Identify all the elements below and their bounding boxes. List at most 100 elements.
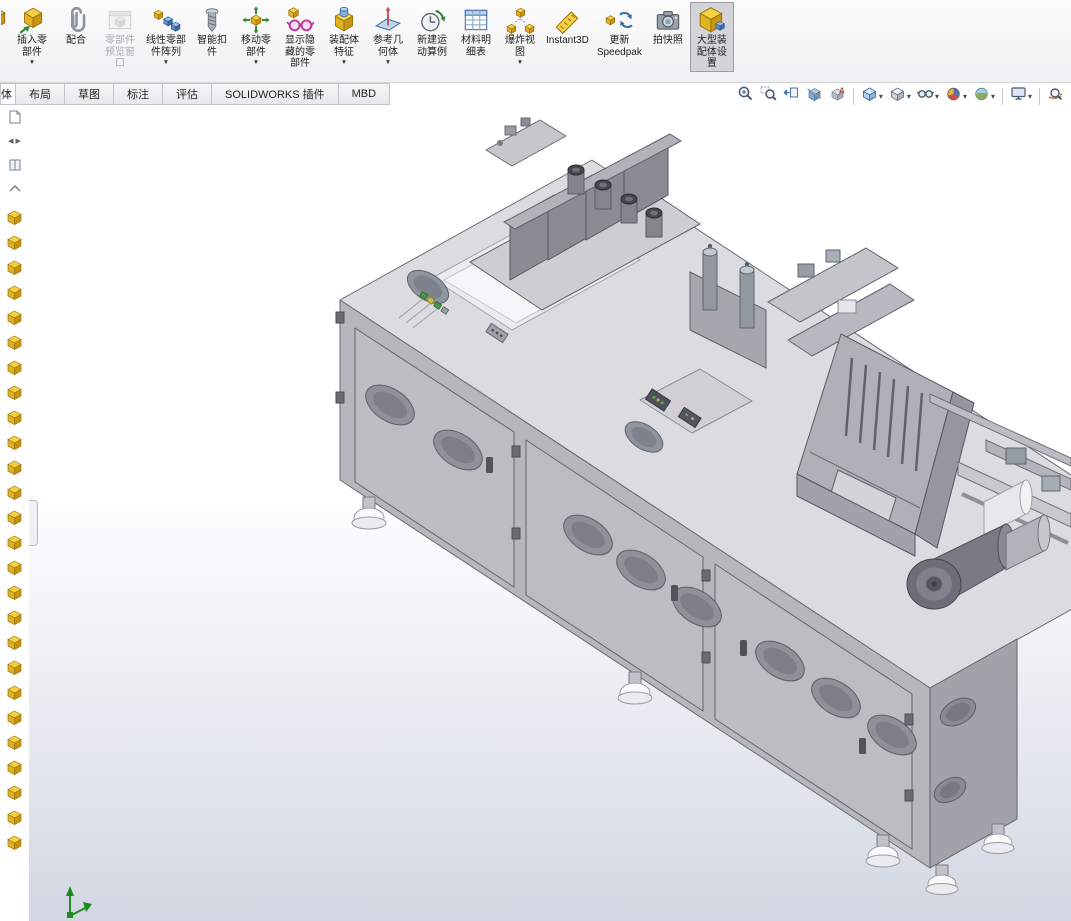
previous-view-button[interactable] — [781, 84, 802, 108]
view-settings-button[interactable]: ▾ — [1008, 84, 1034, 108]
display-style-icon — [889, 85, 906, 107]
dropdown-arrow-icon: ▼ — [29, 59, 35, 67]
mate-button[interactable]: 配合 — [54, 2, 98, 49]
button-label: 部件 — [290, 58, 310, 70]
button-label: 预览窗 — [105, 47, 135, 59]
flyout-left-icon: ◀ — [8, 137, 13, 145]
edit-appearance-button[interactable]: ▾ — [943, 84, 969, 108]
update-speedpak-button[interactable]: 更新Speedpak — [593, 2, 646, 60]
assembly-component-icon[interactable] — [6, 359, 23, 376]
assembly-component-icon[interactable] — [6, 784, 23, 801]
dropdown-arrow-icon: ▼ — [163, 59, 169, 67]
assembly-component-icon[interactable] — [6, 634, 23, 651]
assembly-component-icon[interactable] — [6, 284, 23, 301]
assembly-component-icon[interactable] — [6, 384, 23, 401]
move-component-button[interactable]: 移动零部件▼ — [234, 2, 278, 69]
tab-assembly[interactable]: 装配体 — [0, 83, 16, 105]
collapse-chevron-icon[interactable] — [0, 177, 29, 201]
assembly-component-icon[interactable] — [6, 659, 23, 676]
assembly-component-icon[interactable] — [6, 434, 23, 451]
assembly-component-icon[interactable] — [6, 834, 23, 851]
toolbar-partial-button[interactable] — [0, 2, 10, 37]
tab-mbd[interactable]: MBD — [339, 83, 390, 105]
tab-solidworks-addins[interactable]: SOLIDWORKS 插件 — [212, 83, 339, 105]
button-label: 件阵列 — [151, 47, 181, 59]
instant3d-button[interactable]: Instant3D — [542, 2, 593, 49]
assembly-component-icon[interactable] — [6, 559, 23, 576]
assembly-component-icon[interactable] — [6, 234, 23, 251]
assembly-component-icon[interactable] — [6, 259, 23, 276]
button-label: 显示隐 — [285, 35, 315, 47]
zoom-to-fit-button[interactable] — [735, 84, 756, 108]
show-hidden-components-button[interactable]: 显示隐藏的零部件 — [278, 2, 322, 72]
assembly-component-icon[interactable] — [6, 534, 23, 551]
tab-bar: 装配体 布局 草图 标注 评估 SOLIDWORKS 插件 MBD — [0, 83, 390, 105]
dropdown-arrow-icon: ▾ — [1028, 92, 1032, 101]
featuremanager-collapsed-strip: ◀ ▶ — [0, 105, 29, 921]
assembly-component-icon[interactable] — [6, 759, 23, 776]
assembly-component-icon[interactable] — [6, 709, 23, 726]
button-label: 件 — [207, 47, 217, 59]
tab-markup[interactable]: 标注 — [114, 83, 163, 105]
dropdown-arrow-icon: ▾ — [907, 92, 911, 101]
exploded-view-icon — [505, 4, 535, 35]
insert-component-button[interactable]: 插入零部件▼ — [10, 2, 54, 69]
apply-scene-button[interactable]: ▾ — [971, 84, 997, 108]
button-label: 参考几 — [373, 35, 403, 47]
graphics-viewport[interactable] — [0, 83, 1071, 921]
view-orientation-button[interactable]: ▾ — [859, 84, 885, 108]
reference-geometry-button[interactable]: 参考几何体▼ — [366, 2, 410, 69]
take-snapshot-button[interactable]: 拍快照 — [646, 2, 690, 49]
tab-label: 布局 — [29, 86, 51, 102]
assembly-component-icon[interactable] — [6, 609, 23, 626]
assembly-component-icon[interactable] — [6, 209, 23, 226]
tab-sketch[interactable]: 草图 — [65, 83, 114, 105]
featuremanager-document-icon[interactable] — [0, 105, 29, 129]
smart-fasteners-button[interactable]: 智能扣件 — [190, 2, 234, 60]
rotate-view-icon — [1047, 85, 1064, 107]
dynamic-annotation-views-button[interactable]: A — [827, 84, 848, 108]
assembly-component-icon[interactable] — [6, 734, 23, 751]
button-label: 置 — [707, 58, 717, 70]
assembly-component-icon[interactable] — [6, 409, 23, 426]
component-preview-window-button: 零部件预览窗口 — [98, 2, 142, 72]
assembly-component-icon[interactable] — [6, 334, 23, 351]
component-icon-list — [6, 209, 23, 851]
button-label: 更新 — [609, 35, 629, 47]
button-label: 新建运 — [417, 35, 447, 47]
featuremanager-splitter-handle[interactable] — [29, 500, 38, 546]
smart-fasteners-icon — [197, 4, 227, 35]
display-pane-icon[interactable] — [0, 153, 29, 177]
button-label: 线性零部 — [146, 35, 186, 47]
large-assembly-settings-button[interactable]: 大型装配体设置 — [690, 2, 734, 72]
section-view-button[interactable] — [804, 84, 825, 108]
show-hidden-components-icon — [285, 4, 315, 35]
tab-evaluate[interactable]: 评估 — [163, 83, 212, 105]
dropdown-arrow-icon: ▾ — [963, 92, 967, 101]
tab-layout[interactable]: 布局 — [16, 83, 65, 105]
rotate-view-button[interactable] — [1045, 84, 1066, 108]
hide-show-items-icon — [917, 85, 934, 107]
zoom-to-area-button[interactable] — [758, 84, 779, 108]
bill-of-materials-button[interactable]: 材料明细表 — [454, 2, 498, 60]
assembly-component-icon[interactable] — [6, 684, 23, 701]
featuremanager-flyout-arrows[interactable]: ◀ ▶ — [0, 129, 29, 153]
exploded-view-button[interactable]: 爆炸视图▼ — [498, 2, 542, 69]
new-motion-study-button[interactable]: 新建运动算例 — [410, 2, 454, 60]
assembly-component-icon[interactable] — [6, 484, 23, 501]
hide-show-items-button[interactable]: ▾ — [915, 84, 941, 108]
assembly-component-icon[interactable] — [6, 459, 23, 476]
button-label: 材料明 — [461, 35, 491, 47]
svg-text:A: A — [839, 87, 845, 96]
display-style-button[interactable]: ▾ — [887, 84, 913, 108]
dropdown-arrow-icon: ▾ — [879, 92, 883, 101]
assembly-component-icon[interactable] — [6, 309, 23, 326]
assembly-component-icon[interactable] — [6, 584, 23, 601]
button-label: Instant3D — [546, 35, 589, 47]
linear-component-pattern-button[interactable]: 线性零部件阵列▼ — [142, 2, 190, 69]
bill-of-materials-icon — [461, 4, 491, 35]
assembly-component-icon[interactable] — [6, 509, 23, 526]
tab-label: 标注 — [127, 86, 149, 102]
assembly-component-icon[interactable] — [6, 809, 23, 826]
assembly-features-button[interactable]: 装配体特征▼ — [322, 2, 366, 69]
